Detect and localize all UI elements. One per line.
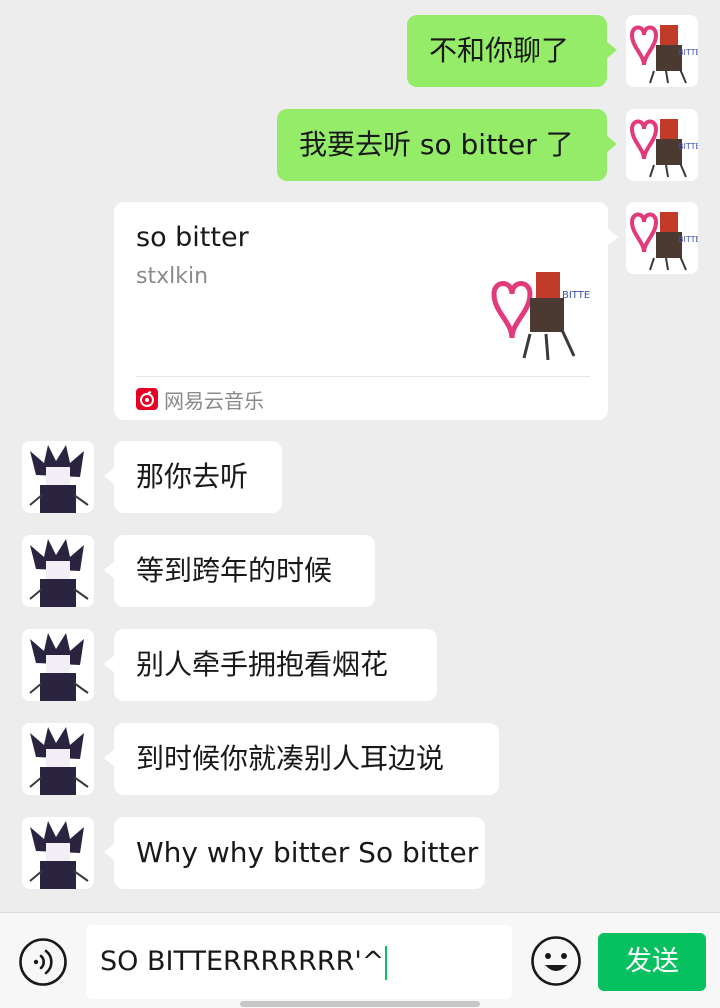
message-text: Why why bitter So bitter (136, 836, 479, 869)
avatar-image (22, 441, 94, 513)
message-bubble-outgoing[interactable]: 我要去听 so bitter 了 (277, 109, 617, 181)
my-avatar[interactable]: BITTER (626, 202, 698, 274)
avatar-image: BITTER (626, 15, 698, 87)
song-title: so bitter (136, 222, 249, 253)
message-text: 不和你聊了 (429, 34, 570, 67)
contact-avatar[interactable] (22, 535, 94, 607)
music-share-card[interactable]: so bitter stxlkin BITTER 网易云音乐 (114, 202, 618, 420)
message-text: 到时候你就凑别人耳边说 (136, 742, 445, 775)
avatar-image (22, 723, 94, 795)
voice-icon[interactable] (18, 937, 68, 987)
message-input[interactable]: SO BITTERRRRRRR'^ (86, 925, 512, 999)
avatar-image (22, 535, 94, 607)
home-indicator[interactable] (240, 1001, 480, 1007)
album-cover: BITTER (490, 264, 597, 364)
contact-avatar[interactable] (22, 817, 94, 889)
message-text: 别人牵手拥抱看烟花 (136, 648, 389, 681)
text-caret (385, 945, 388, 980)
message-bubble-incoming[interactable]: 到时候你就凑别人耳边说 (104, 723, 499, 795)
my-avatar[interactable]: BITTER (626, 15, 698, 87)
netease-music-icon (136, 388, 158, 410)
song-artist: stxlkin (136, 264, 209, 289)
card-divider (136, 376, 590, 377)
cover-lettering: BITTER (562, 290, 590, 301)
message-text: 等到跨年的时候 (136, 554, 333, 587)
avatar-image (22, 817, 94, 889)
emoji-icon[interactable] (530, 935, 582, 987)
contact-avatar[interactable] (22, 723, 94, 795)
avatar-lettering: BITTER (678, 48, 698, 57)
avatar-lettering: BITTER (678, 142, 698, 151)
message-bubble-incoming[interactable]: 那你去听 (104, 441, 282, 513)
card-source-label: 网易云音乐 (164, 388, 264, 413)
send-button[interactable]: 发送 (598, 933, 706, 991)
card-source: 网易云音乐 (136, 386, 264, 413)
chat-input-bar: SO BITTERRRRRRR'^ 发送 (0, 912, 720, 1008)
message-text: 那你去听 (136, 460, 249, 493)
avatar-image: BITTER (626, 202, 698, 274)
avatar-image (22, 629, 94, 701)
contact-avatar[interactable] (22, 441, 94, 513)
message-bubble-incoming[interactable]: 等到跨年的时候 (104, 535, 375, 607)
avatar-image: BITTER (626, 109, 698, 181)
message-bubble-incoming[interactable]: 别人牵手拥抱看烟花 (104, 629, 437, 701)
my-avatar[interactable]: BITTER (626, 109, 698, 181)
message-bubble-incoming[interactable]: Why why bitter So bitter (104, 817, 485, 889)
message-bubble-outgoing[interactable]: 不和你聊了 (407, 15, 617, 87)
album-cover-image: BITTER (490, 264, 597, 364)
message-input-value: SO BITTERRRRRRR'^ (100, 946, 385, 977)
contact-avatar[interactable] (22, 629, 94, 701)
message-text: 我要去听 so bitter 了 (299, 128, 574, 161)
avatar-lettering: BITTER (678, 235, 698, 244)
